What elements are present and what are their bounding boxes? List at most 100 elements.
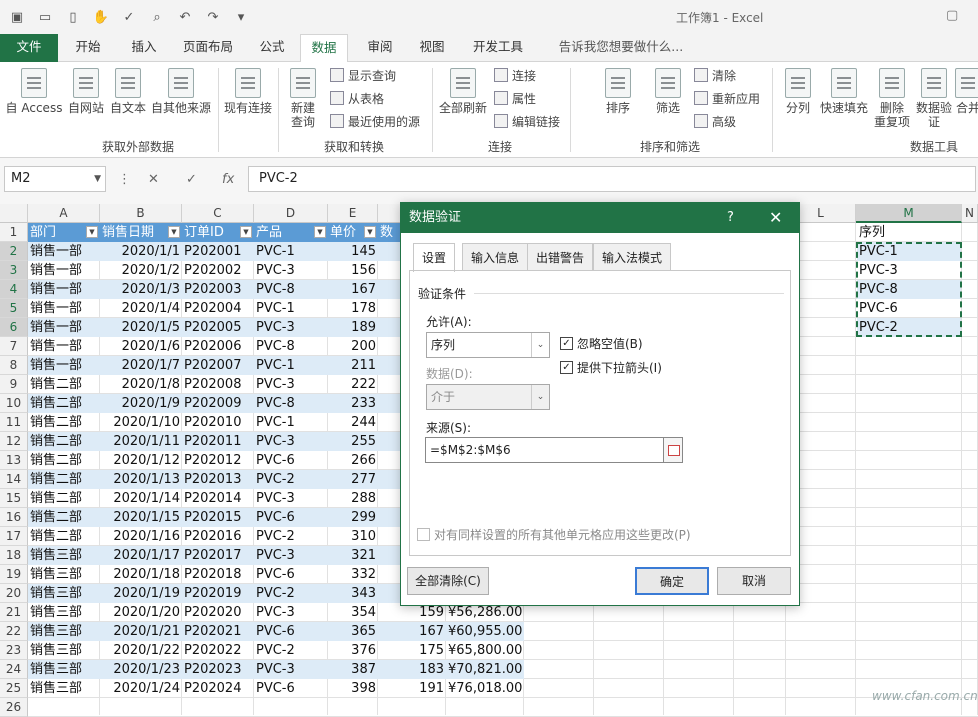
allow-select[interactable]: 序列 ⌄ [426, 332, 550, 358]
filter-icon[interactable]: ▼ [364, 226, 376, 238]
table-cell[interactable]: 销售二部 [28, 470, 100, 489]
column-header[interactable]: A [28, 204, 100, 223]
ribbon-button[interactable]: 排序 [600, 68, 636, 115]
table-cell[interactable]: 2020/1/20 [100, 603, 182, 622]
ribbon-button[interactable]: 现有连接 [222, 68, 274, 115]
table-cell[interactable]: P202002 [182, 261, 254, 280]
table-cell[interactable]: PVC-3 [254, 546, 328, 565]
table-cell[interactable]: P202023 [182, 660, 254, 679]
ribbon-button[interactable]: 快速填充 [818, 68, 870, 115]
table-cell[interactable]: P202011 [182, 432, 254, 451]
source-input[interactable]: =$M$2:$M$6 [425, 437, 683, 463]
table-header-cell[interactable]: 销售日期 [100, 223, 168, 242]
column-header[interactable]: N [962, 204, 978, 223]
touch-icon[interactable]: ✋ [90, 6, 112, 28]
tab-file[interactable]: 文件 [0, 34, 58, 62]
filter-icon[interactable]: ▼ [240, 226, 252, 238]
table-header-cell[interactable]: 产品 [254, 223, 314, 242]
row-header[interactable]: 19 [0, 565, 28, 584]
select-all[interactable] [0, 204, 28, 223]
table-cell[interactable]: 销售一部 [28, 280, 100, 299]
clear-all-button[interactable]: 全部清除(C) [407, 567, 489, 595]
open-icon[interactable]: ▭ [34, 6, 56, 28]
row-header[interactable]: 24 [0, 660, 28, 679]
row-header[interactable]: 15 [0, 489, 28, 508]
row-header[interactable]: 14 [0, 470, 28, 489]
ribbon-button[interactable]: 删除 重复项 [872, 68, 912, 129]
table-cell[interactable]: 2020/1/24 [100, 679, 182, 698]
table-cell[interactable]: 266 [328, 451, 378, 470]
undo-icon[interactable]: ↶ [174, 6, 196, 28]
table-cell[interactable]: PVC-1 [254, 299, 328, 318]
table-cell[interactable]: 178 [328, 299, 378, 318]
table-cell[interactable]: P202014 [182, 489, 254, 508]
ribbon-small-button[interactable]: 编辑链接 [494, 112, 560, 130]
preview-icon[interactable]: ⌕ [146, 6, 168, 28]
table-cell[interactable]: P202017 [182, 546, 254, 565]
apply-all-checkbox[interactable]: 对有同样设置的所有其他单元格应用这些更改(P) [417, 526, 691, 543]
ribbon-button[interactable]: 数据验 证 [914, 68, 954, 129]
filter-icon[interactable]: ▼ [86, 226, 98, 238]
row-header[interactable]: 3 [0, 261, 28, 280]
row-header[interactable]: 1 [0, 223, 28, 242]
table-header-cell[interactable]: 单价 [328, 223, 364, 242]
table-cell[interactable]: P202019 [182, 584, 254, 603]
ribbon-button[interactable]: 自其他来源 [150, 68, 212, 115]
table-cell[interactable]: 销售二部 [28, 489, 100, 508]
row-header[interactable]: 23 [0, 641, 28, 660]
table-cell[interactable]: 销售三部 [28, 565, 100, 584]
table-cell[interactable]: 183 [378, 660, 446, 679]
table-cell[interactable]: 2020/1/21 [100, 622, 182, 641]
row-header[interactable]: 9 [0, 375, 28, 394]
formula-input[interactable]: PVC-2 [248, 166, 976, 192]
table-cell[interactable]: 2020/1/1 [100, 242, 182, 261]
function-icon[interactable]: fx [222, 172, 234, 187]
table-cell[interactable]: PVC-2 [254, 641, 328, 660]
table-cell[interactable]: 销售三部 [28, 603, 100, 622]
filter-icon[interactable]: ▼ [314, 226, 326, 238]
row-header[interactable]: 2 [0, 242, 28, 261]
collapse-dialog-icon[interactable] [663, 437, 683, 463]
row-header[interactable]: 22 [0, 622, 28, 641]
table-cell[interactable]: 销售一部 [28, 242, 100, 261]
table-cell[interactable]: PVC-3 [254, 318, 328, 337]
ribbon-small-button[interactable]: 属性 [494, 89, 536, 107]
ribbon-small-button[interactable]: 高级 [694, 112, 736, 130]
table-cell[interactable]: PVC-8 [254, 280, 328, 299]
table-cell[interactable]: 354 [328, 603, 378, 622]
column-header[interactable]: D [254, 204, 328, 223]
table-cell[interactable]: PVC-3 [254, 432, 328, 451]
table-cell[interactable]: 销售二部 [28, 394, 100, 413]
window-min-icon[interactable]: ▢ [946, 8, 958, 23]
tab-ime-mode[interactable]: 输入法模式 [593, 243, 672, 271]
table-cell[interactable]: 销售三部 [28, 679, 100, 698]
checkbox-checked-icon[interactable]: ✓ [560, 361, 573, 374]
close-icon[interactable]: ✕ [769, 203, 782, 233]
table-cell[interactable]: P202015 [182, 508, 254, 527]
table-cell[interactable]: P202013 [182, 470, 254, 489]
table-cell[interactable]: PVC-2 [254, 470, 328, 489]
table-cell[interactable]: 销售三部 [28, 660, 100, 679]
ribbon-small-button[interactable]: 显示查询 [330, 66, 396, 84]
row-header[interactable]: 4 [0, 280, 28, 299]
table-cell[interactable]: 244 [328, 413, 378, 432]
table-cell[interactable]: 2020/1/4 [100, 299, 182, 318]
ignore-blank-checkbox[interactable]: ✓ 忽略空值(B) [560, 335, 643, 352]
ribbon-button[interactable]: 自网站 [66, 68, 106, 115]
table-cell[interactable]: 211 [328, 356, 378, 375]
table-cell[interactable]: 2020/1/18 [100, 565, 182, 584]
row-header[interactable]: 18 [0, 546, 28, 565]
checkbox-unchecked-icon[interactable] [417, 528, 430, 541]
table-cell[interactable]: 销售三部 [28, 622, 100, 641]
table-cell[interactable]: ¥76,018.00 [446, 679, 524, 698]
table-cell[interactable]: 175 [378, 641, 446, 660]
tab-developer[interactable]: 开发工具 [460, 34, 536, 62]
row-header[interactable]: 11 [0, 413, 28, 432]
row-header[interactable]: 16 [0, 508, 28, 527]
tab-view[interactable]: 视图 [410, 34, 454, 62]
table-cell[interactable]: P202012 [182, 451, 254, 470]
table-cell[interactable]: 2020/1/10 [100, 413, 182, 432]
table-cell[interactable]: 2020/1/22 [100, 641, 182, 660]
table-cell[interactable]: 167 [328, 280, 378, 299]
table-cell[interactable]: P202004 [182, 299, 254, 318]
